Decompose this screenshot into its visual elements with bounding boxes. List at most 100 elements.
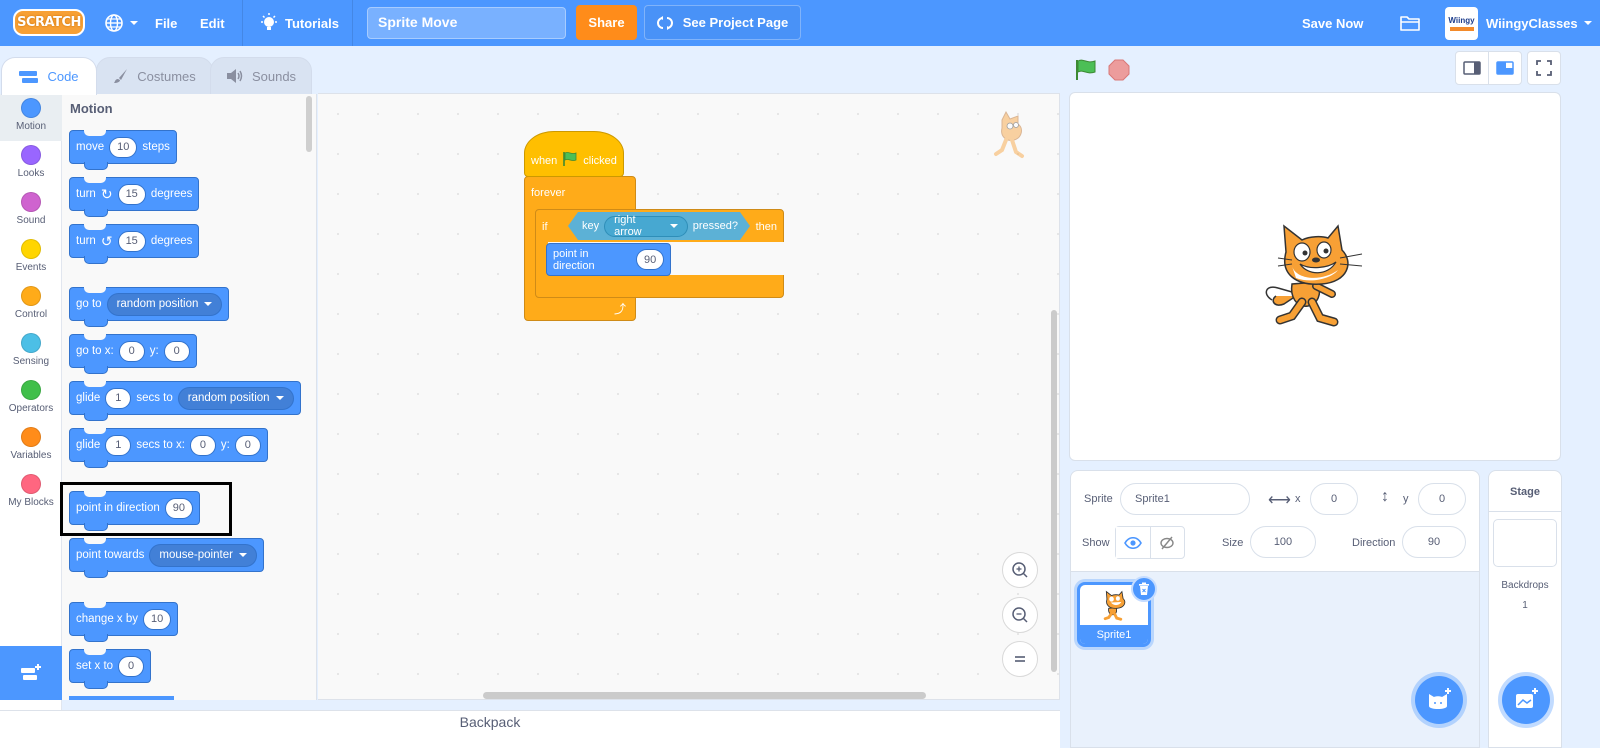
workspace-vertical-scrollbar[interactable] (1051, 310, 1057, 672)
key-pressed-block[interactable]: key right arrow pressed? (568, 212, 750, 240)
block-number-input[interactable]: 0 (163, 340, 190, 362)
block-go-to-xy[interactable]: go to x: 0 y: 0 (69, 334, 197, 374)
add-extension-button[interactable] (0, 646, 62, 700)
block-number-input[interactable]: 10 (109, 136, 138, 158)
block-number-input[interactable]: 15 (117, 183, 146, 205)
category-label: Control (14, 309, 48, 320)
category-looks[interactable]: Looks (0, 141, 62, 188)
tutorials-button[interactable]: Tutorials (259, 0, 339, 46)
direction-input[interactable]: 90 (1402, 526, 1466, 558)
block-turn-left[interactable]: turn ↺ 15 degrees (69, 224, 200, 264)
block-move-steps[interactable]: move 10 steps (69, 130, 177, 170)
category-events[interactable]: Events (0, 235, 62, 282)
block-set-x[interactable]: set x to 0 (69, 649, 152, 689)
small-stage-button[interactable] (1455, 51, 1489, 85)
stage-pane-title: Stage (1510, 486, 1540, 498)
zoom-out-button[interactable] (1002, 597, 1038, 633)
script-point-in-direction-block[interactable]: point in direction 90 (546, 243, 671, 276)
stage-thumbnail[interactable] (1493, 519, 1557, 567)
sprite-name-input[interactable]: Sprite1 (1120, 483, 1250, 515)
block-change-x[interactable]: change x by 10 (69, 602, 179, 642)
category-variables[interactable]: Variables (0, 423, 62, 470)
block-number-input[interactable]: 0 (189, 434, 216, 456)
stop-button[interactable] (1108, 59, 1130, 86)
block-number-input[interactable]: 0 (234, 434, 261, 456)
zoom-in-icon (1012, 562, 1028, 578)
block-turn-right[interactable]: turn ↻ 15 degrees (69, 177, 200, 217)
zoom-in-button[interactable] (1002, 552, 1038, 588)
green-flag-button[interactable] (1075, 59, 1097, 86)
tab-sounds-label: Sounds (251, 68, 297, 84)
delete-sprite-button[interactable] (1131, 576, 1157, 602)
edit-menu[interactable]: Edit (200, 0, 225, 46)
block-text: change x by (76, 613, 139, 625)
block-number-input[interactable]: 0 (118, 340, 145, 362)
eye-slash-icon (1160, 536, 1174, 549)
block-number-input[interactable]: 10 (143, 608, 172, 630)
language-menu[interactable] (104, 0, 138, 46)
code-workspace[interactable] (318, 93, 1060, 700)
block-number-input[interactable]: 90 (636, 249, 664, 270)
category-label: Events (15, 262, 47, 273)
y-input[interactable]: 0 (1418, 483, 1466, 515)
block-text: set x to (76, 660, 114, 672)
choose-backdrop-button[interactable] (1502, 676, 1550, 724)
add-sprite-cat-icon (1429, 688, 1451, 709)
workspace-horizontal-scrollbar[interactable] (483, 692, 926, 699)
project-title-input[interactable]: Sprite Move (367, 7, 566, 39)
show-hidden-button[interactable] (1151, 527, 1185, 558)
category-operators[interactable]: Operators (0, 376, 62, 423)
key-dropdown[interactable]: right arrow (604, 216, 688, 237)
reset-zoom-button[interactable] (1002, 641, 1038, 677)
file-menu[interactable]: File (155, 0, 177, 46)
block-dropdown[interactable]: random position (106, 292, 223, 316)
block-number-input[interactable]: 15 (117, 230, 146, 252)
trash-icon (1139, 582, 1149, 595)
x-input[interactable]: 0 (1310, 483, 1358, 515)
my-stuff-button[interactable] (1399, 0, 1421, 46)
palette-scrollbar[interactable] (306, 96, 312, 152)
file-menu-label: File (155, 15, 178, 31)
share-button[interactable]: Share (576, 5, 637, 40)
size-input[interactable]: 100 (1250, 526, 1316, 558)
events-dot-icon (21, 239, 41, 259)
backpack[interactable]: Backpack (0, 710, 1060, 748)
show-visible-button[interactable] (1116, 527, 1151, 558)
see-project-page-button[interactable]: See Project Page (644, 5, 801, 40)
category-control[interactable]: Control (0, 282, 62, 329)
block-go-to[interactable]: go to random position (69, 287, 230, 327)
block-number-input[interactable]: 0 (118, 655, 145, 677)
category-my-blocks[interactable]: My Blocks (0, 470, 62, 517)
tab-sounds[interactable]: Sounds (210, 57, 312, 95)
when-flag-clicked-block[interactable]: when clicked (524, 131, 624, 177)
eye-icon (1123, 536, 1142, 549)
sprite-name-value: Sprite1 (1135, 493, 1170, 505)
code-icon (19, 70, 39, 83)
block-text: degrees (150, 188, 193, 200)
scratch-logo[interactable]: SCRATCH (13, 9, 85, 36)
category-motion[interactable]: Motion (0, 94, 62, 141)
tab-code[interactable]: Code (1, 57, 97, 95)
avatar[interactable]: Wiingy (1445, 7, 1478, 40)
block-dropdown[interactable]: mouse-pointer (149, 543, 257, 567)
save-now-button[interactable]: Save Now (1302, 0, 1363, 46)
fullscreen-button[interactable] (1527, 51, 1561, 85)
account-menu[interactable]: WiingyClasses (1486, 0, 1592, 46)
chevron-down-icon (275, 396, 284, 400)
tab-costumes[interactable]: Costumes (96, 57, 213, 95)
block-glide-to[interactable]: glide 1 secs to random position (69, 381, 301, 421)
block-glide-to-xy[interactable]: glide 1 secs to x: 0 y: 0 (69, 428, 268, 468)
large-stage-button[interactable] (1488, 51, 1522, 85)
sensing-dot-icon (21, 333, 41, 353)
cat-sprite-icon[interactable] (1262, 222, 1366, 330)
block-point-towards[interactable]: point towards mouse-pointer (69, 538, 264, 578)
sprite-thumbnail-label: Sprite1 (1096, 628, 1132, 641)
category-sound[interactable]: Sound (0, 188, 62, 235)
block-number-input[interactable]: 1 (105, 434, 132, 456)
block-dropdown[interactable]: random position (177, 386, 294, 410)
block-text: glide (76, 439, 101, 451)
sprite-watermark-icon (994, 110, 1024, 158)
category-sensing[interactable]: Sensing (0, 329, 62, 376)
block-number-input[interactable]: 1 (105, 387, 132, 409)
choose-sprite-button[interactable] (1415, 676, 1463, 724)
